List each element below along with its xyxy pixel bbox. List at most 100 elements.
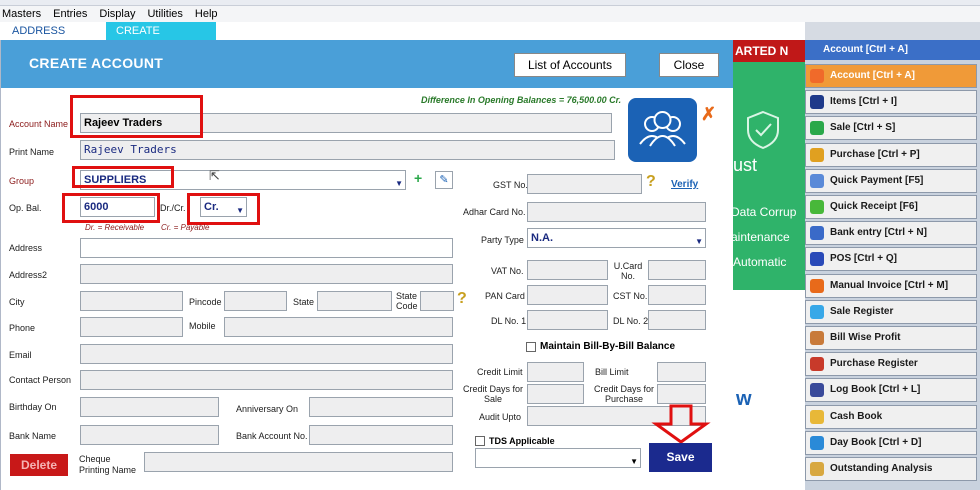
difference-note: Difference In Opening Balances = 76,500.… (421, 95, 622, 105)
mobile-input[interactable] (224, 317, 453, 337)
sidebar-item-label: Sale Register (830, 305, 894, 317)
sidebar-item[interactable]: Day Book [Ctrl + D] (805, 430, 977, 455)
promo-header: ARTED N (733, 40, 805, 62)
sidebar-item[interactable]: Items [Ctrl + I] (805, 90, 977, 115)
tds-checkbox[interactable] (475, 436, 485, 446)
list-of-accounts-button[interactable]: List of Accounts (514, 53, 626, 77)
shortcut-icon (810, 69, 824, 83)
credit-days-sale-label: Credit Days for Sale (462, 384, 524, 404)
bank-account-input[interactable] (309, 425, 453, 445)
promo-line-1: ust (733, 155, 758, 175)
bill-by-bill-checkbox[interactable] (526, 342, 536, 352)
cheque-name-label: Cheque Printing Name (79, 454, 137, 475)
credit-limit-input[interactable] (527, 362, 584, 382)
dl1-label: DL No. 1 (491, 316, 527, 326)
tds-select[interactable]: ▼ (475, 448, 641, 468)
tab-create-account[interactable]: CREATE ACCOUNT (106, 22, 216, 55)
sidebar-header: Account [Ctrl + A] (805, 40, 980, 60)
shortcut-sidebar: Account [Ctrl + A] Account [Ctrl + A] Ite… (805, 40, 980, 490)
anniversary-input[interactable] (309, 397, 453, 417)
gst-help-icon[interactable]: ? (646, 173, 656, 191)
vat-input[interactable] (527, 260, 608, 280)
drcr-label: Dr./Cr. (160, 203, 186, 213)
bill-limit-input[interactable] (657, 362, 706, 382)
sidebar-item[interactable]: Outstanding Analysis (805, 457, 977, 481)
state-input[interactable] (317, 291, 392, 311)
email-input[interactable] (80, 344, 453, 364)
state-code-input[interactable] (420, 291, 454, 311)
pan-label: PAN Card (485, 291, 525, 301)
shortcut-icon (810, 435, 824, 450)
pan-input[interactable] (527, 285, 608, 305)
sidebar-item[interactable]: Sale Register (805, 299, 977, 324)
print-name-input[interactable]: Rajeev Traders (80, 140, 615, 160)
menu-help[interactable]: Help (195, 8, 218, 20)
menu-display[interactable]: Display (99, 8, 135, 20)
bank-name-label: Bank Name (9, 431, 57, 441)
email-label: Email (9, 350, 32, 360)
address2-label: Address2 (9, 270, 48, 280)
birthday-input[interactable] (80, 397, 219, 417)
pincode-label: Pincode (189, 297, 222, 307)
edit-group-icon[interactable]: ✎ (435, 171, 453, 189)
sidebar-item[interactable]: Log Book [Ctrl + L] (805, 378, 977, 403)
city-input[interactable] (80, 291, 183, 311)
cst-input[interactable] (648, 285, 706, 305)
bank-name-input[interactable] (80, 425, 219, 445)
add-group-icon[interactable]: + (414, 170, 422, 186)
vat-label: VAT No. (491, 266, 524, 276)
address2-input[interactable] (80, 264, 453, 284)
contact-person-input[interactable] (80, 370, 453, 390)
delete-button[interactable]: Delete (10, 454, 68, 476)
sidebar-item[interactable]: Purchase [Ctrl + P] (805, 142, 977, 167)
sidebar-item[interactable]: Cash Book (805, 404, 977, 429)
save-button[interactable]: Save (649, 443, 712, 472)
address-label: Address (9, 243, 43, 253)
address-input[interactable] (80, 238, 453, 258)
sidebar-item[interactable]: Purchase Register (805, 352, 977, 377)
adhar-input[interactable] (527, 202, 706, 222)
chevron-down-icon: ▼ (695, 237, 703, 246)
verify-link[interactable]: Verify (671, 179, 698, 190)
sidebar-item[interactable]: Bank entry [Ctrl + N] (805, 221, 977, 246)
sidebar-item-label: Day Book [Ctrl + D] (830, 436, 922, 448)
menu-entries[interactable]: Entries (53, 8, 87, 20)
promo-line-2: Data Corrup (733, 205, 797, 219)
shortcut-icon (810, 147, 824, 162)
sidebar-item[interactable]: POS [Ctrl + Q] (805, 247, 977, 272)
city-label: City (9, 297, 25, 307)
credit-limit-label: Credit Limit (477, 367, 523, 377)
pincode-input[interactable] (224, 291, 287, 311)
sidebar-item-label: Sale [Ctrl + S] (830, 122, 896, 134)
sidebar-item[interactable]: Quick Payment [F5] (805, 168, 977, 193)
promo-line-4: Automatic (733, 255, 787, 269)
close-button[interactable]: Close (659, 53, 719, 77)
sidebar-item[interactable]: Bill Wise Profit (805, 326, 977, 350)
menu-utilities[interactable]: Utilities (147, 8, 182, 20)
help-icon[interactable]: ? (457, 290, 467, 308)
party-type-select[interactable]: N.A. ▼ (527, 228, 706, 248)
shortcut-icon (810, 95, 824, 110)
dl2-input[interactable] (648, 310, 706, 330)
menu-masters[interactable]: Masters (2, 8, 41, 20)
ucard-input[interactable] (648, 260, 706, 280)
sidebar-item[interactable]: Manual Invoice [Ctrl + M] (805, 273, 977, 298)
sidebar-item-label: POS [Ctrl + Q] (830, 253, 897, 265)
credit-days-purchase-input[interactable] (657, 384, 706, 404)
tools-icon: ✗ (701, 104, 717, 124)
dl1-input[interactable] (527, 310, 608, 330)
sidebar-item[interactable]: Sale [Ctrl + S] (805, 116, 977, 141)
gst-input[interactable] (527, 174, 642, 194)
sidebar-item[interactable]: Account [Ctrl + A] (805, 64, 977, 88)
mouse-cursor-icon: ⇱ (209, 168, 220, 183)
sidebar-item[interactable]: Quick Receipt [F6] (805, 195, 977, 219)
tab-address-book[interactable]: ADDRESS BOOK (2, 22, 102, 55)
phone-input[interactable] (80, 317, 183, 337)
op-bal-label: Op. Bal. (9, 203, 42, 213)
shield-check-icon (747, 110, 779, 150)
shortcut-icon (810, 331, 824, 345)
shortcut-icon (810, 304, 824, 319)
highlight-group (72, 166, 174, 188)
cheque-name-input[interactable] (144, 452, 453, 472)
credit-days-sale-input[interactable] (527, 384, 584, 404)
